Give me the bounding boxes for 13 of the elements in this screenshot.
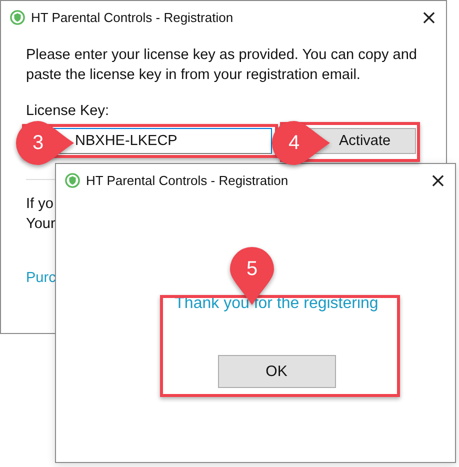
ok-button[interactable]: OK (218, 355, 336, 388)
body-text: If yo (26, 195, 54, 214)
step-callout-tooltip: 4 (270, 119, 332, 167)
shield-icon (10, 10, 25, 24)
window-title: HT Parental Controls - Registration (31, 10, 234, 24)
license-key-label: License Key: (26, 102, 110, 121)
body-text: Your (26, 215, 56, 234)
close-button[interactable]: × (412, 2, 446, 32)
instructions-text: Please enter your license key as provided. You can copy and paste the license key in from your registration email. (26, 46, 418, 85)
shield-icon (65, 172, 80, 188)
step-callout-tooltip: 3 (14, 119, 76, 167)
close-button[interactable]: × (421, 165, 455, 195)
window-title: HT Parental Controls - Registration (86, 172, 290, 188)
